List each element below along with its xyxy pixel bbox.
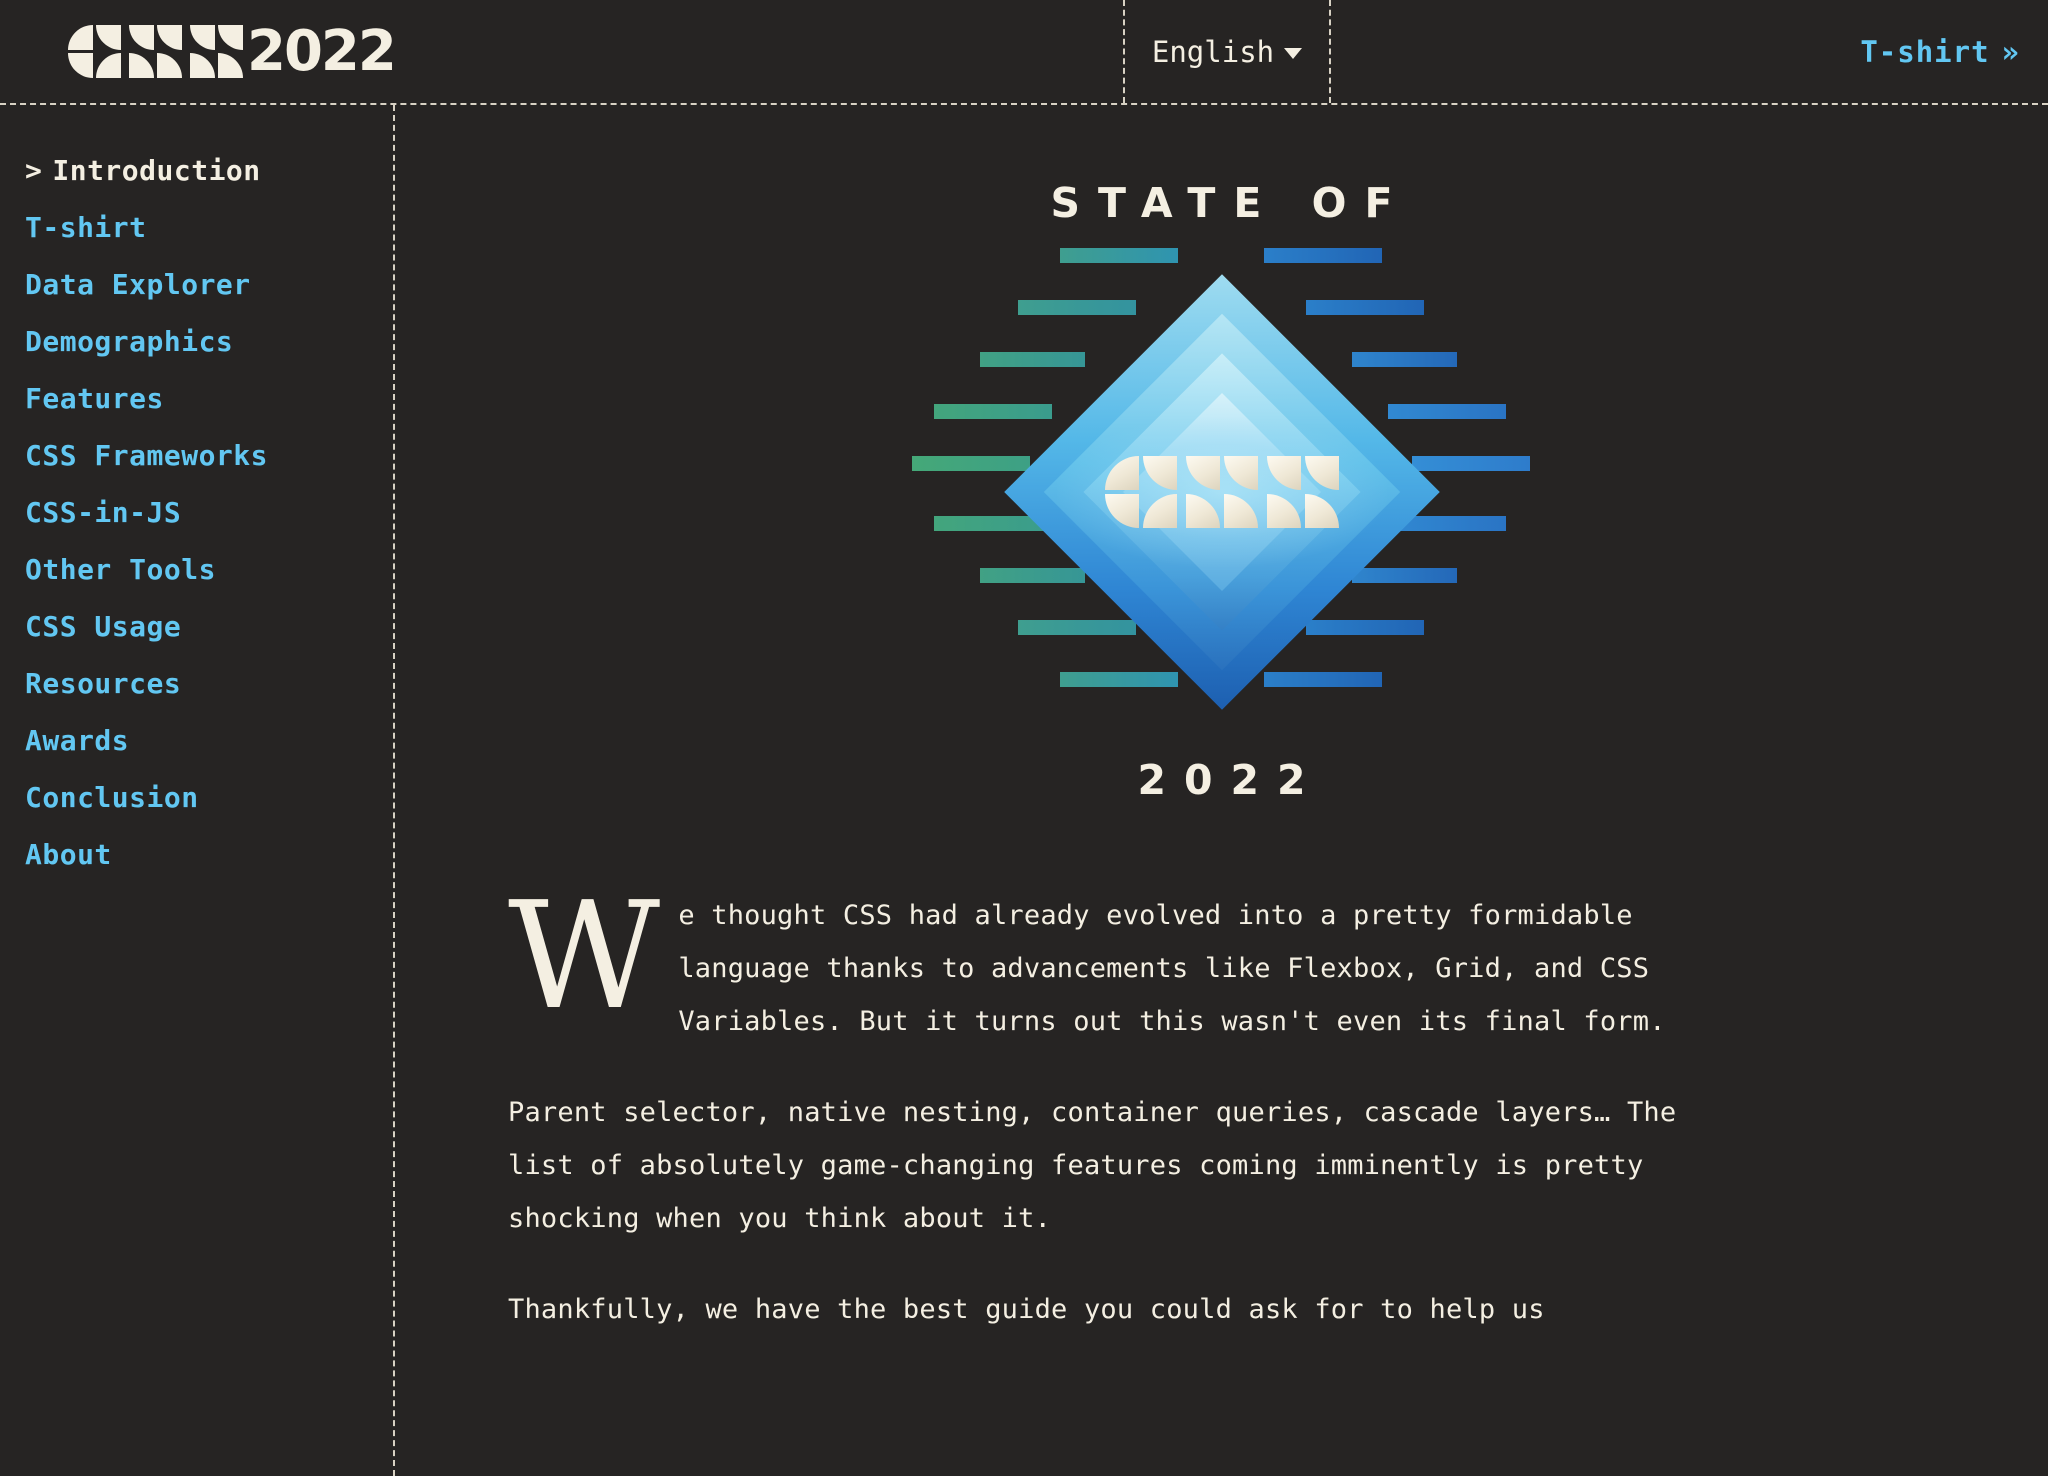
sidebar-item-other-tools[interactable]: Other Tools <box>25 556 393 584</box>
logo-tile <box>218 53 243 78</box>
logo-tile <box>68 25 93 50</box>
chevron-right-icon: > <box>25 154 43 187</box>
logo-letter-3 <box>190 25 243 78</box>
site-logo[interactable]: 2022 <box>0 0 397 103</box>
sidebar-item-css-frameworks[interactable]: CSS Frameworks <box>25 442 393 470</box>
logo-tile <box>96 25 121 50</box>
double-chevron-right-icon: » <box>2001 34 2020 69</box>
sidebar-item-resources[interactable]: Resources <box>25 670 393 698</box>
sidebar-item-css-in-js[interactable]: CSS-in-JS <box>25 499 393 527</box>
sidebar-item-awards[interactable]: Awards <box>25 727 393 755</box>
sidebar-item-introduction[interactable]: > Introduction <box>25 157 393 185</box>
hero-css-logo-mark <box>1104 456 1339 528</box>
ticker-bar-left <box>1017 300 1136 315</box>
drop-cap: W <box>508 870 661 1042</box>
hero-logo-tile <box>1142 456 1177 490</box>
logo-tile <box>190 25 215 50</box>
logo-year: 2022 <box>247 18 397 84</box>
site-header: 2022 English T-shirt » <box>0 0 2048 105</box>
chevron-down-icon <box>1284 48 1303 59</box>
language-label: English <box>1151 34 1275 69</box>
ticker-bar-right <box>1263 672 1382 687</box>
ticker-bar-right <box>1263 248 1382 263</box>
paragraph-2: Parent selector, native nesting, contain… <box>508 1097 1677 1234</box>
sidebar-item-label: CSS-in-JS <box>25 496 182 529</box>
ticker-bar-right <box>1305 300 1424 315</box>
hero-logo-tile <box>1104 456 1139 490</box>
ticker-bar-left <box>979 352 1085 367</box>
hero-logo-tile <box>1185 494 1220 528</box>
ticker-bar-left <box>1059 248 1178 263</box>
hero-logo-letter-2 <box>1185 456 1258 528</box>
logo-letter-2 <box>129 25 182 78</box>
ticker-bar-right <box>1411 456 1530 471</box>
hero-logo-tile <box>1104 494 1139 528</box>
sidebar-item-about[interactable]: About <box>25 841 393 869</box>
hero-logo-tile <box>1142 494 1177 528</box>
article-body: We thought CSS had already evolved into … <box>395 870 1695 1336</box>
sidebar-item-label: Features <box>25 382 164 415</box>
sidebar-item-label: Awards <box>25 724 130 757</box>
sidebar-item-features[interactable]: Features <box>25 385 393 413</box>
hero-logo-tile <box>1223 494 1258 528</box>
hero-logo-letter-1 <box>1104 456 1177 528</box>
logo-tile <box>190 53 215 78</box>
ticker-bar-left <box>979 568 1085 583</box>
hero-logo-tile <box>1266 494 1301 528</box>
lead-paragraph-text: e thought CSS had already evolved into a… <box>678 900 1666 1037</box>
sidebar-item-label: T-shirt <box>25 211 147 244</box>
ticker-bar-left <box>911 456 1030 471</box>
sidebar-item-t-shirt[interactable]: T-shirt <box>25 214 393 242</box>
page-layout: > Introduction T-shirt Data Explorer Demo… <box>0 105 2048 1476</box>
main-content: STATE OF 2022 W e thought CSS had alread… <box>395 105 2048 1476</box>
ticker-bar-right <box>1351 568 1457 583</box>
sidebar-item-data-explorer[interactable]: Data Explorer <box>25 271 393 299</box>
logo-tile <box>218 25 243 50</box>
hero-logo-tile <box>1266 456 1301 490</box>
state-of-css-diamond-logo <box>911 226 1532 758</box>
sidebar-item-label: Data Explorer <box>25 268 251 301</box>
css-logo-mark <box>68 25 243 78</box>
language-selector[interactable]: English <box>1123 0 1331 103</box>
sidebar-item-label: Conclusion <box>25 781 199 814</box>
hero-logo-tile <box>1304 494 1339 528</box>
next-section-label: T-shirt <box>1860 34 1990 69</box>
sidebar-item-label: CSS Usage <box>25 610 182 643</box>
sidebar-item-demographics[interactable]: Demographics <box>25 328 393 356</box>
sidebar-item-css-usage[interactable]: CSS Usage <box>25 613 393 641</box>
logo-tile <box>157 53 182 78</box>
sidebar-item-label: Resources <box>25 667 182 700</box>
paragraph-3: Thankfully, we have the best guide you c… <box>508 1294 1545 1325</box>
sidebar-item-label: Other Tools <box>25 553 216 586</box>
sidebar-item-conclusion[interactable]: Conclusion <box>25 784 393 812</box>
ticker-bar-right <box>1387 404 1506 419</box>
logo-letter-1 <box>68 25 121 78</box>
hero-logo-tile <box>1304 456 1339 490</box>
sidebar-nav: > Introduction T-shirt Data Explorer Demo… <box>0 105 395 1476</box>
sidebar-item-label: CSS Frameworks <box>25 439 269 472</box>
hero-logo-tile <box>1223 456 1258 490</box>
logo-tile <box>157 25 182 50</box>
logo-tile <box>129 53 154 78</box>
lead-paragraph: We thought CSS had already evolved into … <box>508 870 1695 1048</box>
logo-tile <box>96 53 121 78</box>
hero-section: STATE OF 2022 <box>395 105 2048 801</box>
hero-logo-tile <box>1185 456 1220 490</box>
ticker-bar-left <box>933 404 1052 419</box>
ticker-bar-left <box>1017 620 1136 635</box>
sidebar-item-label: Introduction <box>52 154 261 187</box>
hero-title-year: 2022 <box>1137 756 1324 804</box>
next-section-link[interactable]: T-shirt » <box>1860 0 2020 103</box>
logo-tile <box>68 53 93 78</box>
logo-tile <box>129 25 154 50</box>
ticker-bar-right <box>1305 620 1424 635</box>
ticker-bar-left <box>1059 672 1178 687</box>
sidebar-item-label: Demographics <box>25 325 234 358</box>
hero-title-state-of: STATE OF <box>1050 179 1411 227</box>
hero-logo-letter-3 <box>1266 456 1339 528</box>
ticker-bar-right <box>1351 352 1457 367</box>
sidebar-item-label: About <box>25 838 112 871</box>
